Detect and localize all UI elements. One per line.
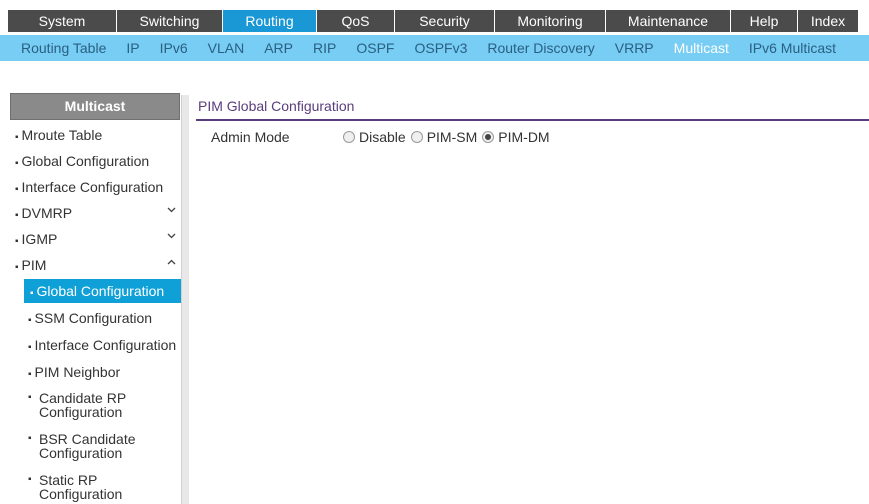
- sidebar-subitem-candidate-rp-configuration[interactable]: ▪ Candidate RP Configuration: [28, 391, 148, 419]
- bullet-icon: ▪: [15, 184, 19, 195]
- subtab-rip[interactable]: RIP: [303, 35, 346, 61]
- tab-help[interactable]: Help: [731, 10, 798, 32]
- subtab-vrrp[interactable]: VRRP: [605, 35, 664, 61]
- sidebar-scrollbar[interactable]: [181, 95, 189, 504]
- sidebar-subitem-bsr-candidate-configuration[interactable]: ▪ BSR Candidate Configuration: [28, 432, 148, 460]
- chevron-down-icon[interactable]: [167, 231, 176, 243]
- sidebar-item-label: Interface Configuration: [21, 179, 164, 195]
- subtab-ipv6-multicast[interactable]: IPv6 Multicast: [739, 35, 846, 61]
- radio-disable-label[interactable]: Disable: [359, 129, 406, 145]
- subtab-router-discovery[interactable]: Router Discovery: [477, 35, 604, 61]
- sidebar-header: Multicast: [10, 93, 180, 120]
- radio-pim-sm[interactable]: [410, 131, 423, 143]
- admin-mode-radio-group: Disable PIM-SM PIM-DM: [343, 129, 555, 145]
- sidebar-item-label: PIM Neighbor: [34, 364, 121, 380]
- sidebar-item-label: SSM Configuration: [34, 310, 153, 326]
- sidebar-item-interface-configuration[interactable]: ▪ Interface Configuration: [15, 179, 178, 195]
- bullet-icon: ▪: [28, 392, 32, 403]
- tab-switching[interactable]: Switching: [117, 10, 223, 32]
- radio-pim-dm-label[interactable]: PIM-DM: [498, 129, 549, 145]
- sidebar-item-pim[interactable]: ▪ PIM: [15, 257, 178, 273]
- sidebar-subitem-interface-configuration[interactable]: ▪ Interface Configuration: [28, 337, 178, 353]
- sidebar-item-label: Candidate RP Configuration: [39, 390, 126, 420]
- tab-monitoring[interactable]: Monitoring: [495, 10, 606, 32]
- sidebar-item-label: Interface Configuration: [34, 337, 177, 353]
- sub-nav: Routing Table IP IPv6 VLAN ARP RIP OSPF …: [0, 35, 869, 61]
- sidebar-item-label: Global Configuration: [36, 283, 165, 299]
- sidebar-item-label: DVMRP: [21, 205, 73, 221]
- sidebar-subitem-ssm-configuration[interactable]: ▪ SSM Configuration: [28, 310, 178, 326]
- bullet-icon: ▪: [15, 210, 19, 221]
- tab-index[interactable]: Index: [798, 10, 858, 32]
- subtab-multicast[interactable]: Multicast: [664, 35, 739, 61]
- bullet-icon: ▪: [15, 236, 19, 247]
- bullet-icon: ▪: [15, 158, 19, 169]
- sidebar-item-global-configuration[interactable]: ▪ Global Configuration: [15, 153, 178, 169]
- tab-system[interactable]: System: [8, 10, 117, 32]
- bullet-icon: ▪: [28, 315, 32, 326]
- subtab-ip[interactable]: IP: [116, 35, 149, 61]
- sidebar-item-dvmrp[interactable]: ▪ DVMRP: [15, 205, 178, 221]
- chevron-up-icon[interactable]: [167, 257, 176, 269]
- subtab-ospf[interactable]: OSPF: [346, 35, 404, 61]
- bullet-icon: ▪: [28, 474, 32, 485]
- title-divider: [196, 119, 869, 121]
- tab-routing[interactable]: Routing: [223, 10, 317, 32]
- bullet-icon: ▪: [28, 342, 32, 353]
- sidebar: Multicast ▪ Mroute Table ▪ Global Configur…: [10, 93, 188, 504]
- radio-pim-dm[interactable]: [482, 131, 495, 143]
- bullet-icon: ▪: [30, 288, 34, 299]
- radio-disable[interactable]: [343, 131, 355, 143]
- subtab-ipv6[interactable]: IPv6: [150, 35, 198, 61]
- sidebar-item-label: PIM: [21, 257, 47, 273]
- bullet-icon: ▪: [28, 369, 32, 380]
- tab-security[interactable]: Security: [395, 10, 495, 32]
- page-title: PIM Global Configuration: [198, 98, 355, 114]
- subtab-arp[interactable]: ARP: [254, 35, 303, 61]
- sidebar-subitem-pim-neighbor[interactable]: ▪ PIM Neighbor: [28, 364, 178, 380]
- sidebar-item-label: Static RP Configuration: [39, 472, 123, 502]
- sidebar-item-label: IGMP: [21, 231, 58, 247]
- bullet-icon: ▪: [28, 433, 32, 444]
- sidebar-item-igmp[interactable]: ▪ IGMP: [15, 231, 178, 247]
- top-nav: System Switching Routing QoS Security Mo…: [0, 0, 869, 35]
- sidebar-item-mroute-table[interactable]: ▪ Mroute Table: [15, 127, 178, 143]
- sidebar-item-label: Mroute Table: [21, 127, 103, 143]
- sidebar-item-label: Global Configuration: [21, 153, 150, 169]
- bullet-icon: ▪: [15, 132, 19, 143]
- subtab-routing-table[interactable]: Routing Table: [0, 35, 116, 61]
- bullet-icon: ▪: [15, 262, 19, 273]
- sidebar-subitem-pim-global-configuration[interactable]: ▪ Global Configuration: [24, 279, 188, 303]
- admin-mode-label: Admin Mode: [211, 129, 290, 145]
- chevron-down-icon[interactable]: [167, 205, 176, 217]
- tab-qos[interactable]: QoS: [317, 10, 395, 32]
- subtab-vlan[interactable]: VLAN: [198, 35, 255, 61]
- radio-pim-sm-label[interactable]: PIM-SM: [427, 129, 478, 145]
- sidebar-subitem-static-rp-configuration[interactable]: ▪ Static RP Configuration: [28, 473, 148, 501]
- tab-maintenance[interactable]: Maintenance: [606, 10, 731, 32]
- sidebar-item-label: BSR Candidate Configuration: [39, 431, 136, 461]
- subtab-ospfv3[interactable]: OSPFv3: [404, 35, 477, 61]
